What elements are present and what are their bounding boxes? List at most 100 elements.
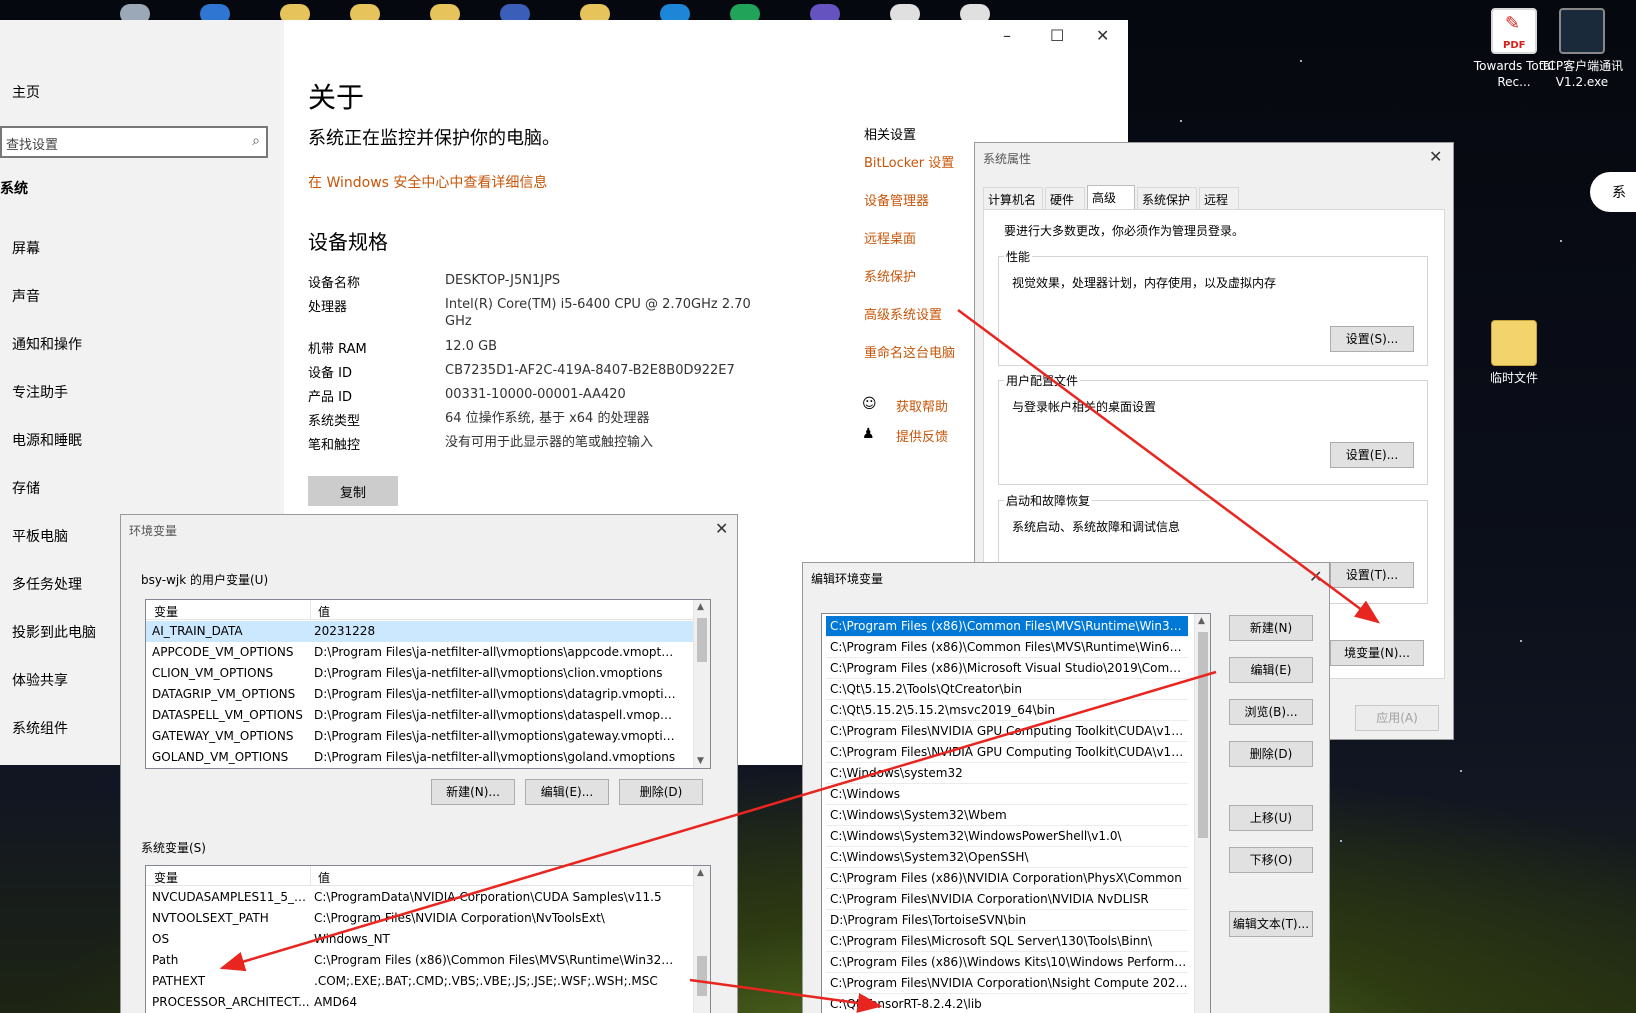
path-move-down-button[interactable]: 下移(O) [1229,847,1313,873]
table-row[interactable]: PATHEXT .COM;.EXE;.BAT;.CMD;.VBS;.VBE;.JS… [146,971,710,992]
vertical-scrollbar[interactable]: ▲ [1194,614,1210,1013]
scroll-up-icon[interactable]: ▲ [697,602,704,612]
device-manager-link[interactable]: 设备管理器 [864,190,929,209]
partial-widget[interactable]: 系 [1590,172,1636,212]
column-header-value[interactable]: 值 [318,869,330,886]
column-header-variable[interactable]: 变量 [154,869,178,886]
path-edit-button[interactable]: 编辑(E) [1229,657,1313,683]
startup-settings-button[interactable]: 设置(T)... [1330,562,1414,588]
path-entry[interactable]: C:\Windows\system32 [826,763,1188,784]
sidebar-item-multitasking[interactable]: 多任务处理 [12,574,82,594]
table-row[interactable]: DATAGRIP_VM_OPTIONS D:\Program Files\ja-n… [146,684,710,705]
tab-remote[interactable]: 远程 [1199,187,1239,209]
path-entry[interactable]: C:\Windows\System32\OpenSSH\ [826,847,1188,868]
table-row[interactable]: NVCUDASAMPLES11_5_R... C:\ProgramData\NVI… [146,887,710,908]
path-entry[interactable]: C:\Qt\5.15.2\Tools\QtCreator\bin [826,679,1188,700]
table-row[interactable]: DATASPELL_VM_OPTIONS D:\Program Files\ja-… [146,705,710,726]
table-row[interactable]: OS Windows_NT [146,929,710,950]
close-icon[interactable]: ✕ [1096,26,1109,45]
vertical-scrollbar[interactable]: ▲ [693,866,710,1013]
column-header-variable[interactable]: 变量 [154,603,178,620]
bitlocker-link[interactable]: BitLocker 设置 [864,152,954,171]
path-entry[interactable]: C:\Program Files (x86)\Microsoft Visual … [826,658,1188,679]
get-help-link[interactable]: 获取帮助 [896,396,948,415]
desktop-icon-exe[interactable]: TCP客户端通讯V1.2.exe [1540,8,1624,90]
path-delete-button[interactable]: 删除(D) [1229,741,1313,767]
table-row[interactable]: GOLAND_VM_OPTIONS D:\Program Files\ja-net… [146,747,710,768]
tab-advanced[interactable]: 高级 [1087,185,1135,210]
path-new-button[interactable]: 新建(N) [1229,615,1313,641]
path-move-up-button[interactable]: 上移(U) [1229,805,1313,831]
path-entry[interactable]: C:\Program Files\Microsoft SQL Server\13… [826,931,1188,952]
sidebar-item-focus[interactable]: 专注助手 [12,382,68,402]
search-input[interactable]: 查找设置 ⌕ [0,126,268,158]
sidebar-item-components[interactable]: 系统组件 [12,718,68,738]
path-entry[interactable]: C:\Qt\TensorRT-8.2.4.2\lib [826,994,1188,1013]
sidebar-item-shared[interactable]: 体验共享 [12,670,68,690]
table-row[interactable]: APPCODE_VM_OPTIONS D:\Program Files\ja-ne… [146,642,710,663]
path-entry[interactable]: D:\Program Files\TortoiseSVN\bin [826,910,1188,931]
security-center-link[interactable]: 在 Windows 安全中心中查看详细信息 [308,172,547,192]
system-protection-link[interactable]: 系统保护 [864,266,916,285]
apply-button[interactable]: 应用(A) [1355,705,1439,731]
vertical-scrollbar[interactable]: ▲ ▼ [693,600,710,768]
scroll-thumb[interactable] [697,956,707,996]
sidebar-item-tablet[interactable]: 平板电脑 [12,526,68,546]
advanced-system-settings-link[interactable]: 高级系统设置 [864,304,942,323]
scroll-thumb[interactable] [697,618,707,662]
tab-system-protection[interactable]: 系统保护 [1137,187,1197,209]
path-list[interactable]: C:\Program Files (x86)\Common Files\MVS\… [821,613,1211,1013]
sidebar-item-home[interactable]: 主页 [12,82,40,102]
table-row[interactable]: PROCESSOR_ARCHITECT... AMD64 [146,992,710,1013]
path-entry[interactable]: C:\Program Files\NVIDIA GPU Computing To… [826,742,1188,763]
sidebar-item-power[interactable]: 电源和睡眠 [12,430,82,450]
sidebar-item-projecting[interactable]: 投影到此电脑 [12,622,96,642]
table-row[interactable]: NVTOOLSEXT_PATH C:\Program Files\NVIDIA C… [146,908,710,929]
feedback-link[interactable]: 提供反馈 [896,426,948,445]
table-row[interactable]: AI_TRAIN_DATA 20231228 [146,621,710,642]
profile-settings-button[interactable]: 设置(E)... [1330,442,1414,468]
user-vars-list[interactable]: 变量 值 AI_TRAIN_DATA 20231228 APPCODE_VM_OP… [145,599,711,769]
table-row[interactable]: CLION_VM_OPTIONS D:\Program Files\ja-netf… [146,663,710,684]
performance-settings-button[interactable]: 设置(S)... [1330,326,1414,352]
path-entry[interactable]: C:\Windows\System32\Wbem [826,805,1188,826]
copy-button[interactable]: 复制 [308,476,398,506]
path-entry[interactable]: C:\Qt\5.15.2\5.15.2\msvc2019_64\bin [826,700,1188,721]
maximize-icon[interactable]: ☐ [1050,26,1064,45]
path-entry[interactable]: C:\Program Files (x86)\Common Files\MVS\… [826,637,1188,658]
path-entry[interactable]: C:\Program Files\NVIDIA GPU Computing To… [826,721,1188,742]
path-entry[interactable]: C:\Program Files (x86)\Windows Kits\10\W… [826,952,1188,973]
remote-desktop-link[interactable]: 远程桌面 [864,228,916,247]
close-icon[interactable]: ✕ [715,519,728,538]
path-entry[interactable]: C:\Windows\System32\WindowsPowerShell\v1… [826,826,1188,847]
scroll-down-icon[interactable]: ▼ [697,756,704,766]
path-edit-text-button[interactable]: 编辑文本(T)... [1229,911,1313,937]
close-icon[interactable]: ✕ [1309,567,1322,586]
system-vars-list[interactable]: 变量 值 NVCUDASAMPLES11_5_R... C:\ProgramDat… [145,865,711,1013]
tab-hardware[interactable]: 硬件 [1045,187,1085,209]
rename-pc-link[interactable]: 重命名这台电脑 [864,342,955,361]
path-entry[interactable]: C:\Program Files (x86)\Common Files\MVS\… [826,616,1188,637]
desktop-icon-folder[interactable]: 临时文件 [1472,320,1556,386]
column-header-value[interactable]: 值 [318,603,330,620]
user-delete-button[interactable]: 删除(D) [619,779,703,805]
sidebar-item-sound[interactable]: 声音 [12,286,40,306]
sidebar-item-display[interactable]: 屏幕 [12,238,40,258]
table-row[interactable]: GATEWAY_VM_OPTIONS D:\Program Files\ja-ne… [146,726,710,747]
user-new-button[interactable]: 新建(N)... [431,779,515,805]
sidebar-item-notifications[interactable]: 通知和操作 [12,334,82,354]
scroll-up-icon[interactable]: ▲ [1198,616,1205,626]
path-browse-button[interactable]: 浏览(B)... [1229,699,1313,725]
user-edit-button[interactable]: 编辑(E)... [525,779,609,805]
close-icon[interactable]: ✕ [1429,147,1442,166]
path-entry[interactable]: C:\Program Files\NVIDIA Corporation\NVID… [826,889,1188,910]
scroll-up-icon[interactable]: ▲ [697,868,704,878]
path-entry[interactable]: C:\Program Files (x86)\NVIDIA Corporatio… [826,868,1188,889]
sidebar-item-storage[interactable]: 存储 [12,478,40,498]
table-row-path[interactable]: Path C:\Program Files (x86)\Common Files\… [146,950,710,971]
environment-variables-button[interactable]: 境变量(N)... [1330,640,1424,666]
tab-computer-name[interactable]: 计算机名 [983,187,1043,209]
scroll-thumb[interactable] [1198,632,1208,838]
path-entry[interactable]: C:\Windows [826,784,1188,805]
path-entry[interactable]: C:\Program Files\NVIDIA Corporation\Nsig… [826,973,1188,994]
